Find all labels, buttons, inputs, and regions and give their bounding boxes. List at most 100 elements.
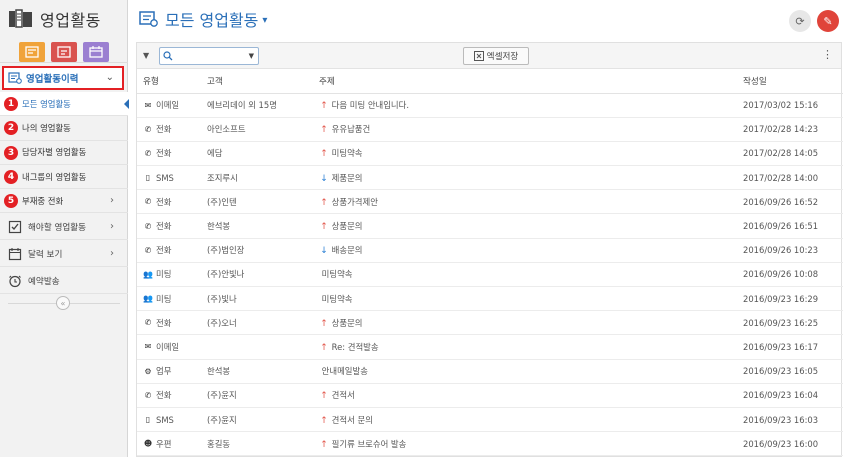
priority-arrow-icon: ↑ [320,342,328,353]
subject-cell[interactable]: ↑ 다음 미팅 안내입니다. [317,93,737,118]
more-options-icon[interactable]: ⋮ [822,48,833,62]
step-badge: 1 [4,97,18,111]
customer-cell[interactable]: 한석봉 [201,359,317,384]
subject-text: 상품문의 [331,317,363,328]
customer-cell[interactable]: 아인소프트 [201,117,317,142]
table-row[interactable]: ✆ 전화 에담 ↑ 미팅약속 2017/02/28 14:05 [137,141,843,167]
sidebar-item-scheduled-send[interactable]: 예약발송 [0,268,128,294]
subject-cell[interactable]: 미팅약속 [317,262,737,288]
customer-cell[interactable]: 홍길동 [201,431,317,457]
excel-export-button[interactable]: 엑셀저장 [463,47,529,65]
subject-cell[interactable]: ↑ 상품문의 [317,213,737,239]
activity-type-icon: ✆ [144,221,152,231]
customer-cell[interactable]: 한석봉 [201,213,317,239]
subject-cell[interactable]: ↑ Re: 견적발송 [317,334,737,360]
column-header-created[interactable]: 작성일 [737,69,843,94]
subject-text: 제품문의 [331,172,363,183]
filter-dropdown-icon[interactable]: ▼ [143,51,149,60]
activity-type-icon: ▯ [145,415,151,425]
search-field[interactable]: ▼ [159,47,259,69]
customer-cell[interactable]: (주)오너 [201,310,317,336]
quick-contact-button[interactable] [50,42,77,62]
customer-cell[interactable]: (주)빛나 [201,286,317,312]
subject-cell[interactable]: ↑ 미팅약속 [317,141,737,167]
customer-cell[interactable] [201,334,317,360]
activity-type-icon: ✉ [144,342,152,352]
sidebar-item-todo[interactable]: 해야할 영업활동 › [0,214,128,240]
customer-cell[interactable]: (주)인텐 [201,189,317,215]
table-row[interactable]: ✆ 전화 아인소프트 ↑ 유유납품건 2017/02/28 14:23 [137,117,843,142]
excel-export-label: 엑셀저장 [486,52,519,62]
table-row[interactable]: ☻ 우편 홍길동 ↑ 필기류 브로슈어 발송 2016/09/23 16:00 [137,431,843,457]
sidebar-collapse-button[interactable]: « [56,296,70,310]
table-row[interactable]: ✆ 전화 (주)윤지 ↑ 견적서 2016/09/23 16:04 [137,383,843,408]
title-dropdown-icon[interactable]: ▾ [262,15,267,26]
activity-type-icon: ✆ [144,148,152,158]
pencil-icon: ✎ [823,14,833,28]
column-header-subject[interactable]: 주제 [317,69,737,94]
calendar-icon [8,247,22,260]
customer-cell[interactable]: (주)법인장 [201,238,317,263]
priority-arrow-icon: ↑ [320,391,328,402]
sidebar: 영업활동 영업활동이력 ⌄ 1 모든 영업활동 2 나의 영업활동 3 담당자별… [0,0,129,457]
column-header-type[interactable]: 유형 [137,69,201,94]
submenu-by-owner[interactable]: 3 담당자별 영업활동 [0,141,128,165]
table-row[interactable]: ✉ 이메일 에브리데이 외 15명 ↑ 다음 미팅 안내입니다. 2017/03/02 … [137,93,843,118]
customer-cell[interactable]: (주)윤지 [201,407,317,433]
subject-cell[interactable]: 안내메일발송 [317,359,737,384]
type-cell: ✆ 전화 [137,189,201,215]
customer-cell[interactable]: 조지루시 [201,165,317,191]
activity-icon [24,46,39,58]
quick-activity-button[interactable] [18,42,45,62]
column-header-customer[interactable]: 고객 [201,69,317,94]
activity-type: SMS [156,172,174,183]
created-date-cell: 2016/09/23 16:03 [737,407,843,433]
table-row[interactable]: ⚙ 업무 한석봉 안내메일발송 2016/09/23 16:05 [137,359,843,384]
clock-icon [9,275,21,287]
table-row[interactable]: ✆ 전화 한석봉 ↑ 상품문의 2016/09/26 16:51 [137,213,843,239]
priority-arrow-icon: ↑ [320,197,328,208]
table-row[interactable]: ✉ 이메일 ↑ Re: 견적발송 2016/09/23 16:17 [137,334,843,360]
subject-cell[interactable]: 미팅약속 [317,286,737,312]
activity-type-icon: ☻ [143,439,153,449]
table-row[interactable]: 👥 미팅 (주)안빛나 미팅약속 2016/09/26 10:08 [137,262,843,288]
submenu-all-activities[interactable]: 1 모든 영업활동 [0,92,129,117]
quick-calendar-button[interactable] [82,42,109,62]
activity-type: 미팅 [156,269,172,280]
subject-cell[interactable]: ↓ 배송문의 [317,238,737,263]
table-row[interactable]: 👥 미팅 (주)빛나 미팅약속 2016/09/23 16:29 [137,286,843,312]
search-input[interactable] [174,53,248,69]
chevron-right-icon: › [110,221,114,232]
submenu-missed-calls[interactable]: 5 부재중 전화 › [0,189,128,214]
table-row[interactable]: ▯ SMS 조지루시 ↓ 제품문의 2017/02/28 14:00 [137,165,843,191]
chevron-down-icon[interactable]: ▼ [249,52,254,60]
subject-cell[interactable]: ↑ 견적서 [317,383,737,408]
submenu-my-activities[interactable]: 2 나의 영업활동 [0,116,128,141]
subject-cell[interactable]: ↑ 상품가격제안 [317,189,737,215]
submenu-my-group[interactable]: 4 내그룹의 영업활동 [0,165,128,190]
subject-cell[interactable]: ↑ 유유납품건 [317,117,737,142]
customer-cell[interactable]: (주)안빛나 [201,262,317,288]
sidebar-item-calendar[interactable]: 달력 보기 › [0,241,128,267]
subject-text: 배송문의 [331,245,363,256]
subject-cell[interactable]: ↑ 상품문의 [317,310,737,336]
menu-activity-history[interactable]: 영업활동이력 ⌄ [2,66,124,90]
subject-cell[interactable]: ↑ 견적서 문의 [317,407,737,433]
customer-cell[interactable]: (주)윤지 [201,383,317,408]
table-row[interactable]: ✆ 전화 (주)인텐 ↑ 상품가격제안 2016/09/26 16:52 [137,189,843,215]
new-activity-button[interactable]: ✎ [817,10,839,32]
priority-arrow-icon: ↑ [320,149,328,160]
table-row[interactable]: ▯ SMS (주)윤지 ↑ 견적서 문의 2016/09/23 16:03 [137,407,843,433]
customer-cell[interactable]: 에브리데이 외 15명 [201,93,317,118]
refresh-button[interactable]: ⟳ [789,10,811,32]
table-row[interactable]: ✆ 전화 (주)법인장 ↓ 배송문의 2016/09/26 10:23 [137,238,843,263]
customer-cell[interactable]: 에담 [201,141,317,167]
subject-cell[interactable]: ↑ 필기류 브로슈어 발송 [317,431,737,457]
activity-grid: ▼ ▼ 엑셀저장 ⋮ 유형 고객 주제 작성일 ✉ 이메일 에브리데이 외 15… [136,42,843,457]
created-date-cell: 2016/09/23 16:25 [737,310,843,336]
type-cell: ☻ 우편 [137,431,201,457]
table-row[interactable]: ✆ 전화 (주)오너 ↑ 상품문의 2016/09/23 16:25 [137,310,843,336]
subject-text: Re: 견적발송 [331,341,379,352]
subject-cell[interactable]: ↓ 제품문의 [317,165,737,191]
created-date-cell: 2017/02/28 14:23 [737,117,843,142]
